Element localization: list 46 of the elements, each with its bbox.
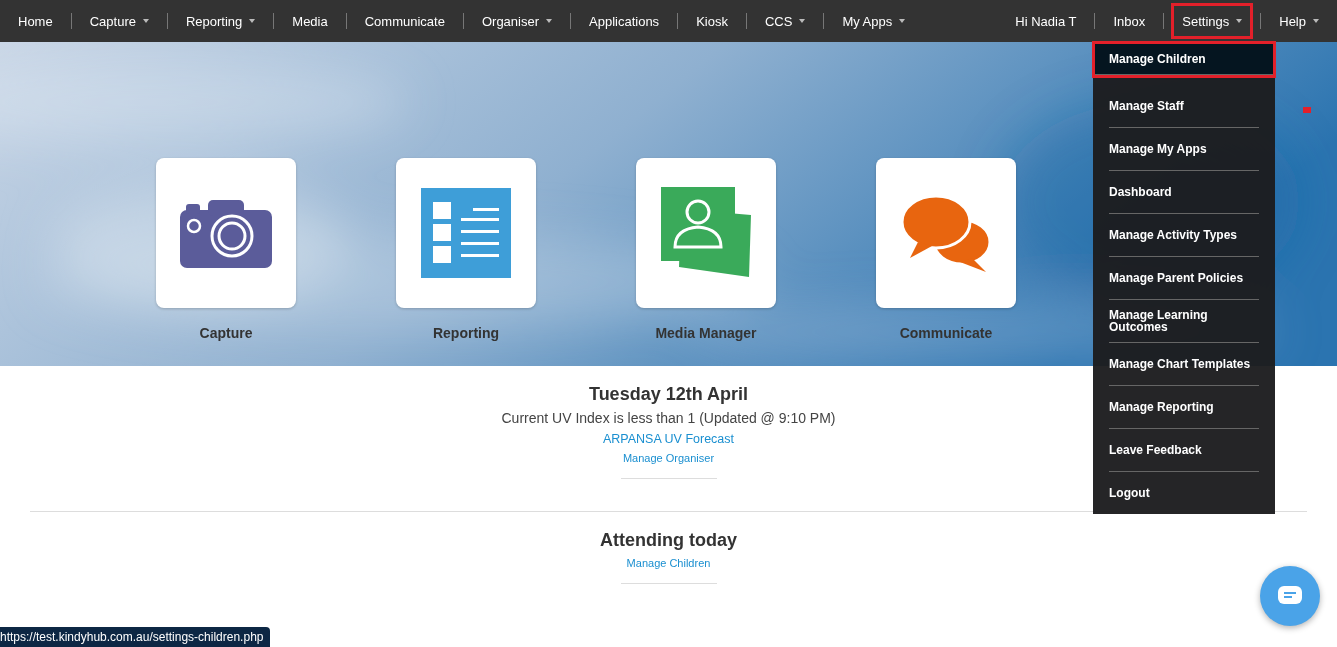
menu-item[interactable]: Manage Staff	[1109, 85, 1259, 128]
menu-item[interactable]: Manage Reporting	[1109, 386, 1259, 429]
menu-item[interactable]: Manage Learning Outcomes	[1109, 300, 1259, 343]
nav-link[interactable]: Home	[0, 11, 71, 31]
nav-link[interactable]: Capture	[71, 11, 167, 31]
list-document-icon	[421, 188, 511, 278]
menu-item[interactable]: Dashboard	[1109, 171, 1259, 214]
nav-link[interactable]: Kiosk	[678, 11, 746, 31]
attending-heading: Attending today	[600, 530, 737, 551]
uv-forecast-link[interactable]: ARPANSA UV Forecast	[602, 432, 735, 446]
app-tile[interactable]	[396, 158, 536, 308]
app-label: Reporting	[432, 325, 500, 341]
uv-index-text: Current UV Index is less than 1 (Updated @ 9:10 PM)	[501, 410, 836, 426]
nav-link[interactable]: Inbox	[1095, 11, 1164, 31]
nav-link[interactable]: Reporting	[167, 11, 274, 31]
nav-link[interactable]: Settings	[1174, 6, 1251, 36]
menu-item[interactable]: Manage My Apps	[1109, 128, 1259, 171]
manage-organiser-link[interactable]: Manage Organiser	[622, 452, 715, 464]
app-label: Communicate	[899, 325, 993, 341]
menu-item[interactable]: Manage Parent Policies	[1109, 257, 1259, 300]
manage-children-link[interactable]: Manage Children	[626, 557, 711, 569]
nav-link[interactable]: Hi Nadia T	[997, 11, 1095, 31]
menu-item[interactable]: Manage Children	[1095, 44, 1273, 75]
app-label: Capture	[199, 325, 253, 341]
chat-icon	[1278, 586, 1302, 606]
menu-item[interactable]: Manage Chart Templates	[1109, 343, 1259, 386]
user-photos-icon	[661, 187, 751, 279]
status-url: https://test.kindyhub.com.au/settings-children.php	[0, 627, 271, 647]
nav-link[interactable]: Organiser	[463, 11, 570, 31]
annotation-mark	[1303, 107, 1311, 113]
nav-link[interactable]: Media	[274, 11, 346, 31]
menu-item[interactable]: Leave Feedback	[1109, 429, 1259, 472]
camera-icon	[180, 198, 272, 268]
nav-link[interactable]: Help	[1261, 11, 1337, 31]
app-tile[interactable]	[876, 158, 1016, 308]
menu-item[interactable]: Manage Activity Types	[1109, 214, 1259, 257]
nav-link[interactable]: CCS	[746, 11, 824, 31]
chat-button[interactable]	[1260, 566, 1320, 626]
nav-link[interactable]: My Apps	[824, 11, 924, 31]
date-heading: Tuesday 12th April	[588, 384, 748, 405]
menu-item[interactable]: Logout	[1109, 472, 1259, 514]
nav-link[interactable]: Applications	[571, 11, 678, 31]
nav-link[interactable]: Communicate	[346, 11, 463, 31]
app-label: Media Manager	[655, 325, 757, 341]
app-tile[interactable]	[636, 158, 776, 308]
app-tile[interactable]	[156, 158, 296, 308]
